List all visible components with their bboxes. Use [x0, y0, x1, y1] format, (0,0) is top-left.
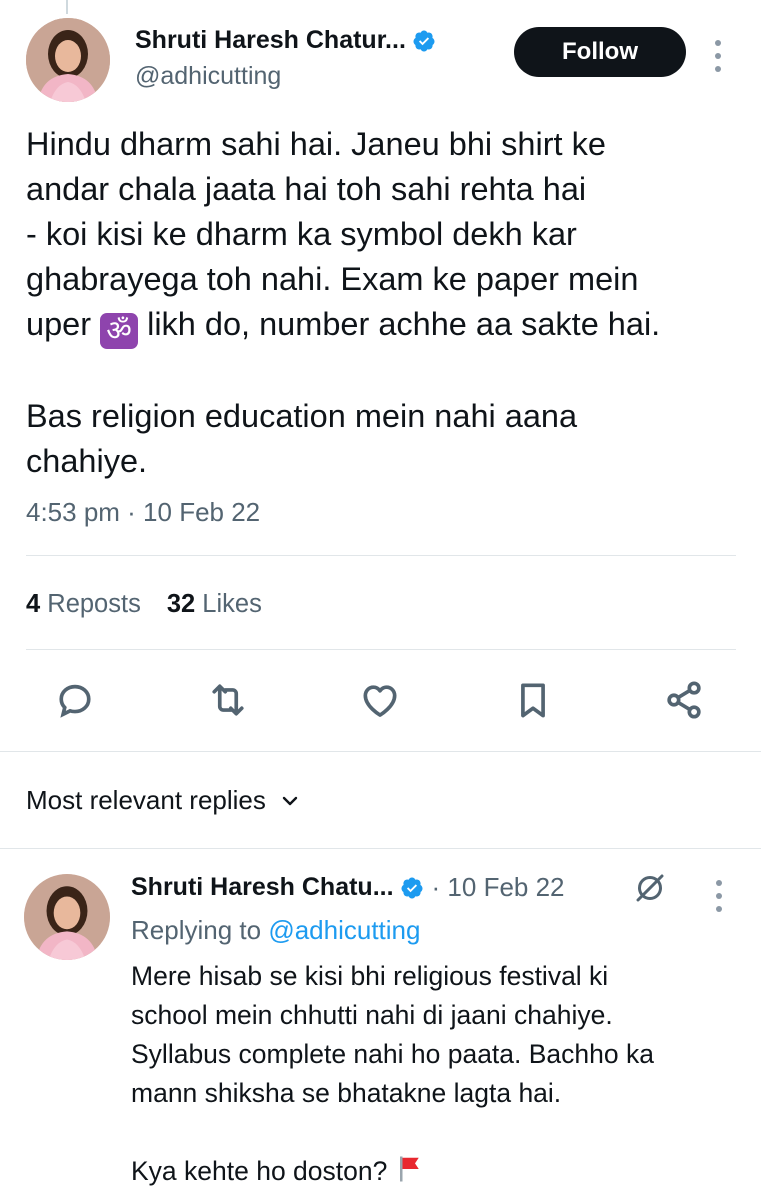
- author-name-row[interactable]: Shruti Haresh Chatur...: [135, 26, 436, 55]
- tweet-timestamp[interactable]: 4:53 pm · 10 Feb 22: [26, 497, 260, 528]
- repost-icon[interactable]: [206, 678, 250, 722]
- verified-badge-icon: [413, 30, 435, 51]
- reply-header: Shruti Haresh Chatu... · 10 Feb 22: [131, 872, 565, 903]
- likes-stat[interactable]: 32 Likes: [167, 590, 262, 619]
- author-avatar[interactable]: [26, 18, 110, 102]
- share-icon[interactable]: [662, 678, 706, 722]
- divider: [26, 649, 736, 650]
- red-flag-icon: [399, 1156, 419, 1182]
- engagement-stats: 4 Reposts 32 Likes: [26, 590, 288, 619]
- likes-count: 32: [166, 590, 196, 618]
- reply-text: Mere hisab se kisi bhi religious festiva…: [131, 957, 741, 1191]
- bookmark-icon[interactable]: [511, 678, 555, 722]
- reply-author-avatar[interactable]: [24, 874, 110, 960]
- reply-author-name[interactable]: Shruti Haresh Chatu...: [131, 873, 394, 902]
- reply-date[interactable]: · 10 Feb 22: [432, 872, 565, 903]
- reply-more-options-icon[interactable]: [715, 880, 723, 912]
- avatar-photo: [24, 874, 110, 960]
- divider: [26, 555, 736, 556]
- avatar-photo: [26, 18, 110, 102]
- replying-to: Replying to @adhicutting: [131, 915, 420, 946]
- tweet-text: Hindu dharm sahi hai. Janeu bhi shirt ke…: [26, 122, 736, 484]
- chevron-down-icon: [282, 796, 298, 805]
- grok-icon[interactable]: [632, 870, 668, 906]
- author-handle[interactable]: @adhicutting: [135, 62, 281, 91]
- follow-button[interactable]: Follow: [514, 27, 686, 77]
- replying-mention-link[interactable]: @adhicutting: [268, 915, 420, 945]
- reposts-count: 4: [26, 590, 41, 618]
- reposts-stat[interactable]: 4 Reposts: [26, 590, 141, 619]
- reposts-label: Reposts: [47, 590, 141, 618]
- replying-prefix: Replying to: [131, 915, 269, 945]
- replies-sort-dropdown[interactable]: Most relevant replies: [26, 785, 302, 816]
- like-icon[interactable]: [358, 678, 402, 722]
- replies-sort-label: Most relevant replies: [26, 785, 266, 815]
- section-divider: [0, 848, 761, 849]
- om-emoji: ॐ: [100, 313, 139, 349]
- reply-text-body: Mere hisab se kisi bhi religious festiva…: [131, 961, 654, 1186]
- tweet-action-bar: [0, 678, 761, 726]
- section-divider: [0, 751, 761, 752]
- author-name[interactable]: Shruti Haresh Chatur...: [135, 26, 406, 55]
- reply-icon[interactable]: [53, 678, 97, 722]
- more-options-icon[interactable]: [714, 40, 722, 72]
- thread-connector-line: [66, 0, 68, 14]
- verified-badge-icon: [401, 877, 423, 898]
- likes-label: Likes: [202, 590, 262, 618]
